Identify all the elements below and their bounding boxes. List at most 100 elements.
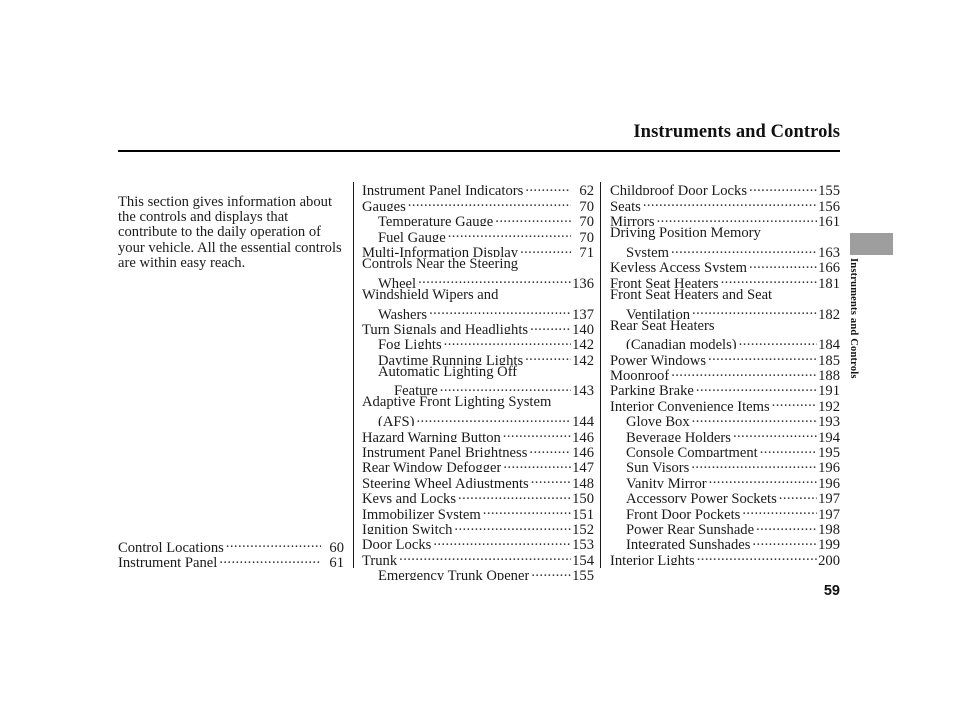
toc-entry-label: Adaptive Front Lighting System [362, 395, 552, 411]
toc-entry-page: 199 [818, 537, 840, 550]
toc-entry[interactable]: Daytime Running Lights 142 [362, 349, 594, 364]
toc-entry-label: Vanity Mirror [626, 476, 707, 488]
toc-dot-leader [772, 395, 817, 410]
toc-entry[interactable]: Rear Seat Heaters [610, 319, 840, 334]
toc-entry-page: 197 [818, 491, 840, 504]
toc-entry-page: 192 [818, 398, 840, 411]
toc-entry[interactable]: Washers 137 [362, 303, 594, 318]
toc-entry-label: Immobilizer System [362, 507, 481, 519]
toc-entry-label: Steering Wheel Adjustments [362, 476, 529, 488]
toc-dot-leader [760, 442, 817, 457]
toc-entry[interactable]: Door Locks 153 [362, 534, 594, 549]
toc-entry-page: 166 [818, 260, 840, 273]
toc-entry[interactable]: Rear Window Defogger 147 [362, 457, 594, 472]
toc-entry[interactable]: Driving Position Memory [610, 226, 840, 241]
toc-entry-page: 70 [579, 214, 594, 227]
toc-dot-leader [219, 552, 321, 567]
toc-entry[interactable]: Console Compartment 195 [610, 442, 840, 457]
toc-entry[interactable]: Parking Brake 191 [610, 380, 840, 395]
toc-entry[interactable]: Mirrors 161 [610, 211, 840, 226]
toc-dot-leader [529, 442, 571, 457]
toc-entry-page: 155 [572, 568, 594, 581]
left-column: This section gives information about the… [118, 180, 344, 570]
toc-entry-page: 191 [818, 383, 840, 396]
toc-dot-leader [433, 534, 571, 549]
toc-entry[interactable]: Accessory Power Sockets 197 [610, 488, 840, 503]
toc-dot-leader [696, 380, 817, 395]
toc-entry[interactable]: Instrument Panel Indicators 62 [362, 180, 594, 195]
toc-entry[interactable]: Immobilizer System 151 [362, 503, 594, 518]
toc-entry[interactable]: Integrated Sunshades 199 [610, 534, 840, 549]
toc-entry[interactable]: Control Locations 60 [118, 536, 344, 551]
column-divider-2 [600, 182, 601, 568]
toc-entry[interactable]: Interior Convenience Items 192 [610, 395, 840, 410]
toc-entry[interactable]: Interior Lights 200 [610, 549, 840, 564]
toc-entry[interactable]: Turn Signals and Headlights 140 [362, 319, 594, 334]
toc-entry[interactable]: Front Door Pockets 197 [610, 503, 840, 518]
toc-entry[interactable]: Front Seat Heaters and Seat [610, 288, 840, 303]
columns-container: This section gives information about the… [118, 180, 840, 580]
toc-entry[interactable]: Vanity Mirror 196 [610, 472, 840, 487]
toc-entry-label: Mirrors [610, 215, 655, 227]
toc-entry-label: Emergency Trunk Opener [378, 569, 530, 581]
toc-entry-label: Washers [378, 307, 428, 319]
toc-entry[interactable]: Gauges 70 [362, 195, 594, 210]
toc-dot-leader [458, 488, 571, 503]
toc-entry[interactable]: Feature 143 [362, 380, 594, 395]
toc-entry[interactable]: Wheel 136 [362, 272, 594, 287]
toc-entry[interactable]: Hazard Warning Button 146 [362, 426, 594, 441]
toc-entry-label: Temperature Gauge [378, 215, 494, 227]
toc-entry[interactable]: Fog Lights 142 [362, 334, 594, 349]
toc-entry[interactable]: Instrument Panel Brightness 146 [362, 442, 594, 457]
toc-dot-leader [226, 536, 321, 551]
toc-entry[interactable]: Keys and Locks 150 [362, 488, 594, 503]
toc-entry[interactable]: Power Rear Sunshade 198 [610, 519, 840, 534]
toc-entry-label: (Canadian models) [626, 338, 737, 350]
toc-dot-leader [503, 426, 571, 441]
toc-entry[interactable]: Temperature Gauge 70 [362, 211, 594, 226]
toc-entry[interactable]: Ventilation 182 [610, 303, 840, 318]
toc-dot-leader [752, 534, 817, 549]
toc-entry[interactable]: Multi-Information Display 71 [362, 242, 594, 257]
toc-entry[interactable]: Steering Wheel Adjustments 148 [362, 472, 594, 487]
toc-entry[interactable]: Adaptive Front Lighting System [362, 395, 594, 410]
toc-entry[interactable]: (AFS) 144 [362, 411, 594, 426]
toc-entry[interactable]: Front Seat Heaters 181 [610, 272, 840, 287]
middle-column: Instrument Panel Indicators62Gauges70Tem… [362, 180, 594, 580]
manual-page: Instruments and Controls This section gi… [0, 0, 954, 710]
toc-entry-page: 200 [818, 552, 840, 565]
toc-entry-label: Instrument Panel [118, 556, 218, 567]
toc-entry[interactable]: Fuel Gauge 70 [362, 226, 594, 241]
toc-entry[interactable]: Sun Visors 196 [610, 457, 840, 472]
toc-entry[interactable]: Moonroof 188 [610, 365, 840, 380]
toc-entry-page: 142 [572, 337, 594, 350]
toc-entry[interactable]: Trunk 154 [362, 549, 594, 564]
toc-entry[interactable]: Power Windows 185 [610, 349, 840, 364]
toc-entry[interactable]: Keyless Access System 166 [610, 257, 840, 272]
toc-entry[interactable]: Instrument Panel 61 [118, 552, 344, 567]
column-divider-1 [353, 182, 354, 568]
toc-entry-page: 143 [572, 383, 594, 396]
toc-entry-label: Controls Near the Steering [362, 256, 519, 272]
toc-entry[interactable]: Beverage Holders 194 [610, 426, 840, 441]
toc-entry[interactable]: (Canadian models) 184 [610, 334, 840, 349]
toc-entry-page: 155 [818, 183, 840, 196]
toc-entry[interactable]: Seats 156 [610, 195, 840, 210]
toc-entry[interactable]: Windshield Wipers and [362, 288, 594, 303]
toc-entry[interactable]: Automatic Lighting Off [362, 365, 594, 380]
toc-entry[interactable]: Controls Near the Steering [362, 257, 594, 272]
toc-entry[interactable]: Emergency Trunk Opener 155 [362, 565, 594, 580]
toc-entry-label: Beverage Holders [626, 430, 731, 442]
toc-entry[interactable]: Childproof Door Locks 155 [610, 180, 840, 195]
toc-dot-leader [691, 457, 817, 472]
toc-entry[interactable]: Ignition Switch 152 [362, 519, 594, 534]
toc-entry-label: Trunk [362, 553, 398, 565]
toc-dot-leader [531, 565, 571, 580]
toc-entry-page: 60 [329, 539, 344, 552]
toc-entry-page: 61 [329, 555, 344, 567]
toc-entry-label: Windshield Wipers and [362, 287, 499, 303]
intro-paragraph: This section gives information about the… [118, 193, 342, 272]
toc-entry-page: 70 [579, 229, 594, 242]
toc-entry[interactable]: System 163 [610, 242, 840, 257]
toc-entry[interactable]: Glove Box 193 [610, 411, 840, 426]
